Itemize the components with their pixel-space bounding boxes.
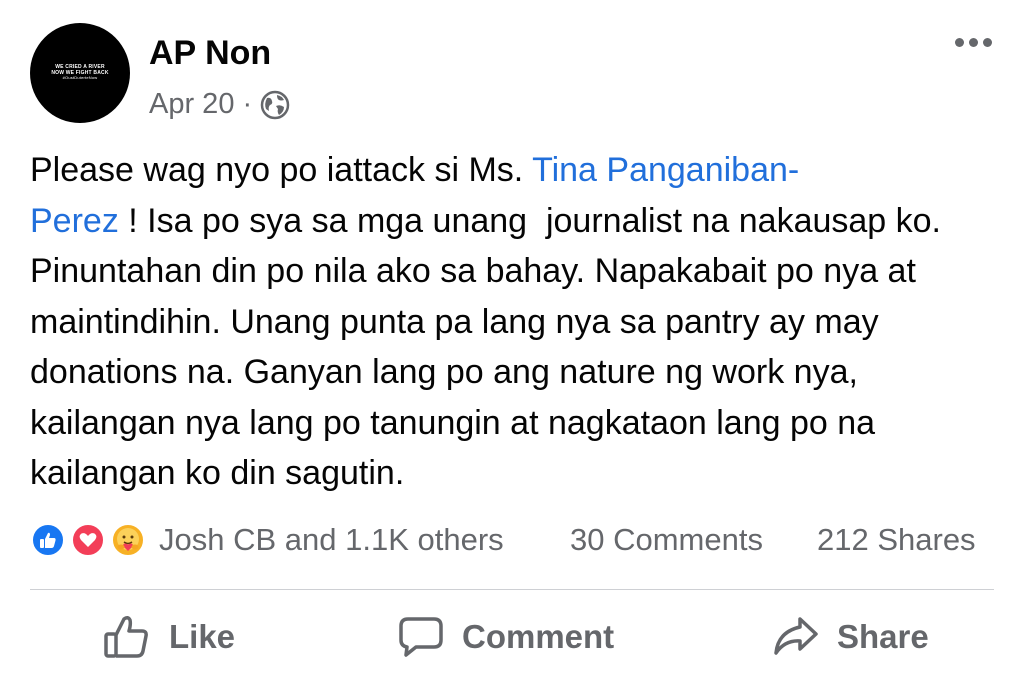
avatar[interactable]: WE CRIED A RIVER NOW WE FIGHT BACK #Oust… <box>30 23 130 123</box>
action-bar: Like Comment Share <box>0 600 1024 680</box>
like-label: Like <box>169 618 236 655</box>
share-label: Share <box>837 618 929 655</box>
comment-count[interactable]: 30 Comments <box>570 522 763 558</box>
post-date[interactable]: Apr 20 <box>149 88 234 121</box>
thumbs-up-icon <box>104 615 148 658</box>
divider <box>30 589 994 590</box>
care-reaction-icon <box>110 522 146 558</box>
reactions-bar: Josh CB and 1.1K others 30 Comments 212 … <box>30 518 994 562</box>
like-reaction-icon <box>30 522 66 558</box>
post-meta: Apr 20 · <box>149 88 290 121</box>
share-arrow-icon <box>774 617 818 655</box>
post-text-start: Please wag nyo po iattack si Ms. <box>30 151 533 189</box>
globe-icon <box>260 90 290 120</box>
comment-bubble-icon <box>399 617 443 657</box>
author-name[interactable]: AP Non <box>149 34 271 73</box>
share-button[interactable]: Share <box>773 614 929 660</box>
more-dot <box>969 38 978 47</box>
post-text-rest: ! Isa po sya sa mga unang journalist na … <box>30 201 951 493</box>
post-body: Please wag nyo po iattack si Ms. Tina Pa… <box>30 145 990 499</box>
comment-button[interactable]: Comment <box>398 614 614 660</box>
more-dot <box>983 38 992 47</box>
reaction-icons[interactable] <box>30 518 154 562</box>
reaction-summary[interactable]: Josh CB and 1.1K others <box>159 522 504 558</box>
meta-separator: · <box>242 88 253 120</box>
avatar-text-line-3: #OustDuterteNow <box>62 75 98 81</box>
like-button[interactable]: Like <box>103 614 235 660</box>
facebook-post: WE CRIED A RIVER NOW WE FIGHT BACK #Oust… <box>0 0 1024 683</box>
more-options-icon[interactable] <box>955 38 992 47</box>
share-count[interactable]: 212 Shares <box>817 522 976 558</box>
more-dot <box>955 38 964 47</box>
love-reaction-icon <box>70 522 106 558</box>
comment-label: Comment <box>462 618 615 655</box>
